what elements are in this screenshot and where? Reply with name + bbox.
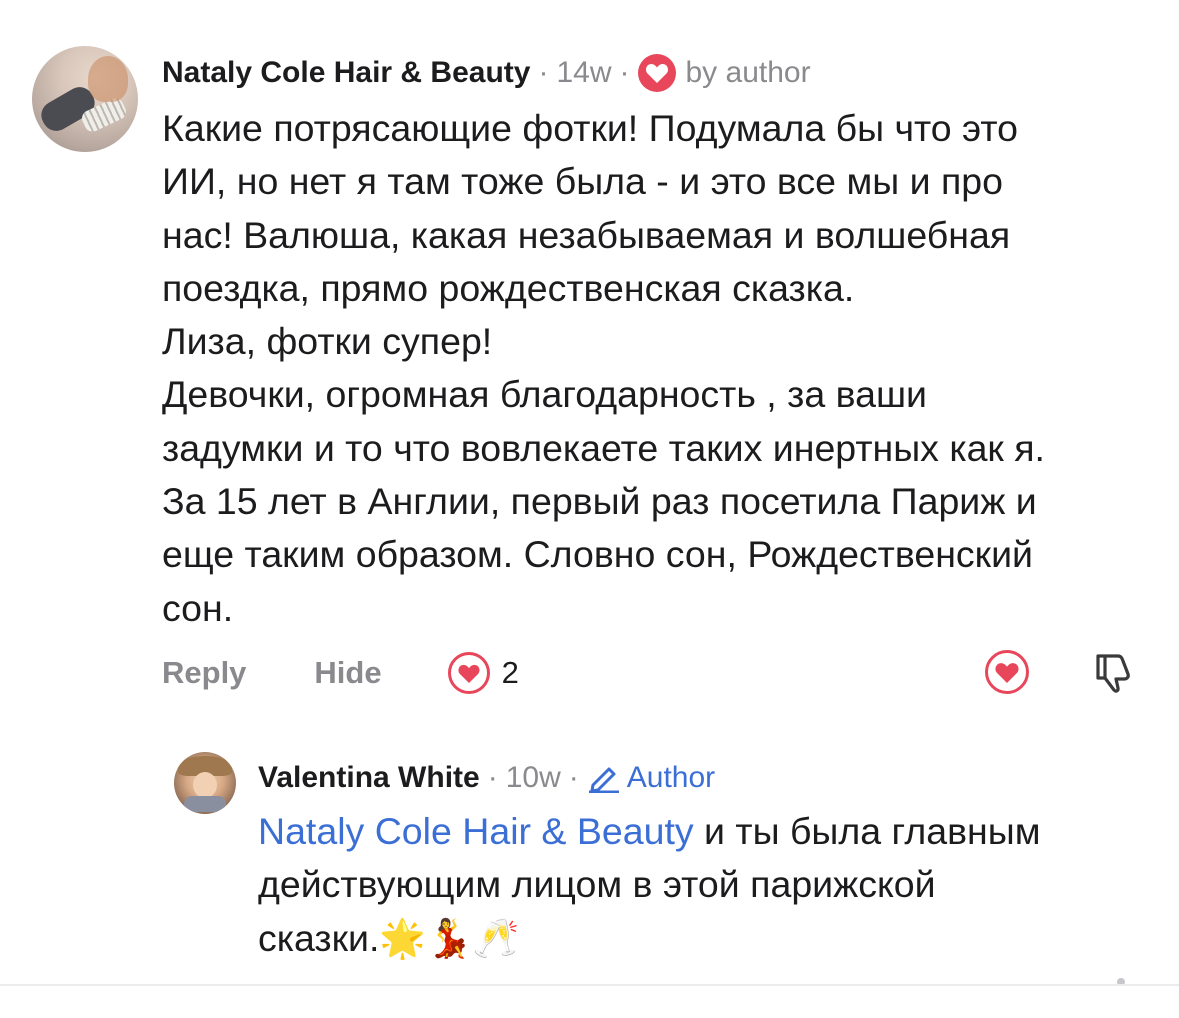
- reply-time: 10w: [505, 761, 561, 794]
- reply-text: действующим лицом в этой парижской: [258, 863, 936, 906]
- comment-line: нас! Валюша, какая незабываемая и волшеб…: [162, 213, 1011, 256]
- comment-line: задумки и то что вовлекаете таких инертн…: [162, 426, 1045, 469]
- dislike-button[interactable]: [1088, 648, 1136, 696]
- replier-name[interactable]: Valentina White: [258, 761, 480, 795]
- comment-line: Какие потрясающие фотки! Подумала бы что…: [162, 107, 1018, 149]
- heart-icon: [447, 652, 490, 694]
- comment-line: сон.: [162, 586, 234, 629]
- divider: [0, 984, 1179, 986]
- reply-body: Nataly Cole Hair & Beauty и ты была глав…: [258, 805, 1158, 965]
- replier-avatar[interactable]: [174, 752, 236, 814]
- heart-icon: [637, 54, 676, 92]
- heart-icon: [995, 663, 1019, 683]
- comment-line: еще таким образом. Словно сон, Рождестве…: [162, 533, 1033, 576]
- reply-header: Valentina White · 10w · Author: [258, 761, 716, 795]
- thumbs-down-icon: [1096, 654, 1130, 693]
- reply-text: и ты была главным: [693, 810, 1041, 852]
- comment-body: Какие потрясающие фотки! Подумала бы что…: [162, 102, 1162, 635]
- commenter-name[interactable]: Nataly Cole Hair & Beauty: [162, 56, 530, 90]
- reply-text: сказки.: [258, 916, 380, 959]
- emoji-star-dancer-champagne: 🌟💃🥂: [379, 915, 520, 960]
- like-button[interactable]: [985, 650, 1029, 694]
- pencil-icon: [588, 767, 619, 793]
- author-badge-label: Author: [626, 761, 716, 794]
- mention-link[interactable]: Nataly Cole Hair & Beauty: [258, 810, 694, 852]
- author-badge: Author: [587, 761, 715, 795]
- comment-header: Nataly Cole Hair & Beauty · 14w · by aut…: [162, 52, 811, 94]
- comment-time: 14w: [556, 56, 612, 89]
- comment-actions: Reply Hide 2: [162, 648, 519, 698]
- reaction-count: 2: [501, 655, 519, 690]
- comment-line: За 15 лет в Англии, первый раз посетила …: [162, 480, 1037, 523]
- liked-by-author-label: by author: [685, 56, 811, 89]
- comment-line: поездка, прямо рождественская сказка.: [162, 266, 855, 309]
- reaction-summary[interactable]: 2: [447, 652, 519, 694]
- reply-button[interactable]: Reply: [162, 655, 246, 691]
- comment-line: ИИ, но нет я там тоже была - и это все м…: [162, 160, 1003, 203]
- hide-button[interactable]: Hide: [314, 655, 381, 691]
- commenter-avatar[interactable]: [32, 46, 138, 152]
- comment-line: Девочки, огромная благодарность , за ваш…: [162, 373, 927, 416]
- comment-line: Лиза, фотки супер!: [162, 320, 493, 363]
